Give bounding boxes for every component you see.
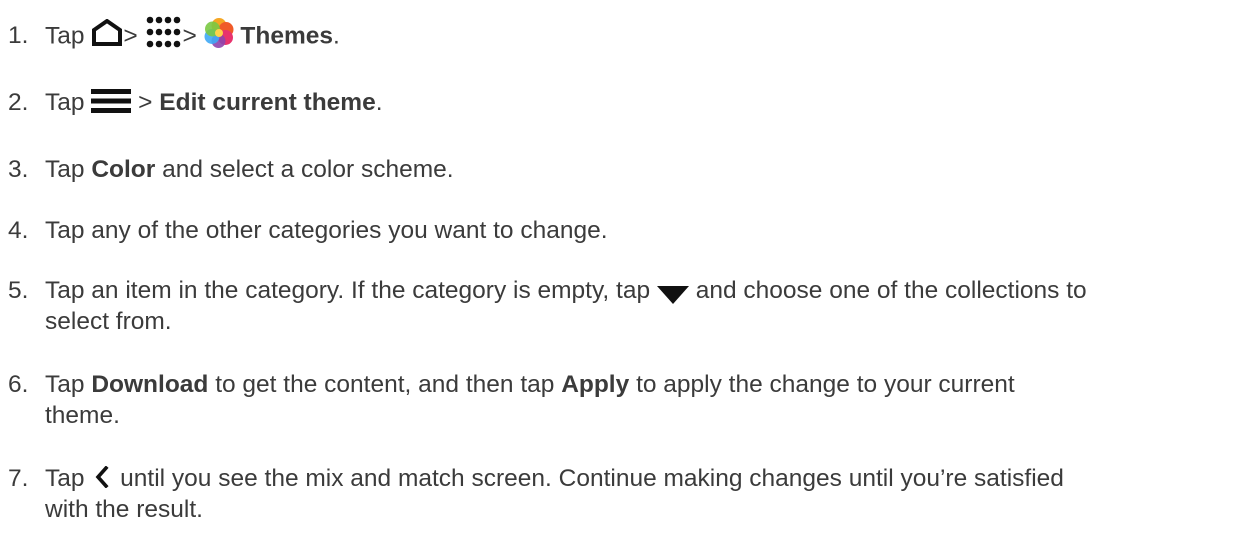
step-text: Tap any of the other categories you want… xyxy=(45,217,608,244)
step-text: Tap xyxy=(45,465,85,492)
step-number: 4. xyxy=(8,217,29,244)
step-1: 1. Tap > > Themes. xyxy=(8,16,1248,54)
step-text-line2: select from. xyxy=(45,308,172,335)
step-number: 2. xyxy=(8,89,29,116)
step-text: . xyxy=(375,89,383,116)
step-3: 3. Tap Color and select a color scheme. xyxy=(8,154,1248,185)
dropdown-arrow-icon xyxy=(656,281,689,304)
step-6: 6. Tap Download to get the content, and … xyxy=(8,369,1248,431)
step-text: Tap xyxy=(45,371,85,398)
step-body: Tap > > Themes. xyxy=(45,16,1248,54)
step-body: Tap > Edit current theme. xyxy=(45,87,1248,118)
step-body: Tap until you see the mix and match scre… xyxy=(45,463,1248,525)
step-text-line2: theme. xyxy=(45,402,120,429)
step-bold-label: Themes xyxy=(240,22,333,50)
step-text: Tap xyxy=(45,89,85,116)
step-number: 3. xyxy=(8,156,29,183)
step-5: 5. Tap an item in the category. If the c… xyxy=(8,275,1248,337)
breadcrumb-separator: > xyxy=(138,89,153,116)
step-text: . xyxy=(332,22,340,50)
step-4: 4. Tap any of the other categories you w… xyxy=(8,215,1248,246)
step-text: Tap an item in the category. If the cate… xyxy=(45,277,651,304)
step-text: and select a color scheme. xyxy=(162,156,454,183)
home-icon xyxy=(91,18,123,47)
themes-app-icon xyxy=(204,18,234,48)
step-number: 6. xyxy=(8,371,29,398)
step-bold-label: Color xyxy=(91,156,156,183)
menu-icon xyxy=(91,88,132,113)
step-text: Tap xyxy=(45,156,85,183)
step-text: to get the content, and then tap xyxy=(215,371,555,398)
step-body: Tap Download to get the content, and the… xyxy=(45,369,1248,431)
step-text: until you see the mix and match screen. … xyxy=(120,465,1064,492)
apps-grid-icon xyxy=(144,15,182,49)
step-number: 7. xyxy=(8,465,29,492)
step-body: Tap an item in the category. If the cate… xyxy=(45,275,1248,337)
step-text: and choose one of the collections to xyxy=(695,277,1087,304)
step-body: Tap Color and select a color scheme. xyxy=(45,154,1248,185)
step-bold-label: Download xyxy=(91,371,209,398)
step-bold-label: Apply xyxy=(561,371,630,398)
step-2: 2. Tap > Edit current theme. xyxy=(8,87,1248,118)
back-chevron-icon xyxy=(95,464,109,489)
step-body: Tap any of the other categories you want… xyxy=(45,215,1248,246)
breadcrumb-separator: > xyxy=(123,22,138,50)
step-text-line2: with the result. xyxy=(45,496,203,523)
step-7: 7. Tap until you see the mix and match s… xyxy=(8,463,1248,525)
step-text: Tap xyxy=(45,22,85,50)
step-number: 5. xyxy=(8,277,29,304)
step-bold-label: Edit current theme xyxy=(159,89,376,116)
breadcrumb-separator: > xyxy=(182,22,197,50)
step-number: 1. xyxy=(8,22,29,50)
step-text: to apply the change to your current xyxy=(636,371,1015,398)
